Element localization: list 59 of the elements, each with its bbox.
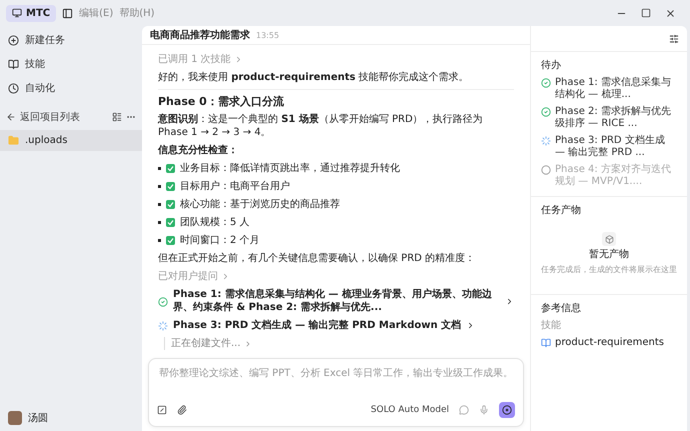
step-link[interactable]: Phase 3: PRD 文档生成 — 输出完整 PRD Markdown 文档 xyxy=(173,319,462,332)
box-icon xyxy=(602,232,616,246)
spinner-icon xyxy=(158,321,168,331)
folder-icon xyxy=(8,135,19,146)
send-button[interactable] xyxy=(499,402,515,418)
back-link[interactable]: 返回项目列表 xyxy=(20,110,80,124)
chevron-icon[interactable] xyxy=(505,296,514,306)
maximize-icon[interactable] xyxy=(641,8,651,18)
monitor-icon xyxy=(12,8,22,18)
message-text: 但在正式开始之前，有几个关键信息需要确认，以确保 PRD 的精准度： xyxy=(158,252,476,265)
command-icon[interactable] xyxy=(157,405,167,415)
model-selector[interactable]: SOLO Auto Model xyxy=(370,405,449,415)
back-arrow-icon[interactable] xyxy=(6,112,16,122)
nav-item[interactable]: 新建任务 xyxy=(25,33,65,47)
circle-icon xyxy=(541,165,551,175)
section-heading: Phase 0：需求入口分流 xyxy=(158,95,285,108)
step-link[interactable]: Phase 1: 需求信息采集与结构化 — 梳理业务背景、用户场景、功能边界、约束条件 & Phase 2: 需求拆解与优先... xyxy=(173,288,500,314)
nav-item[interactable]: 自动化 xyxy=(25,81,55,95)
spinner-icon xyxy=(541,136,551,146)
todo-item: Phase 3: PRD 文档生成 — 输出完整 PRD ... xyxy=(555,135,666,159)
reference-label: 技能 xyxy=(541,320,562,332)
view-icon[interactable] xyxy=(112,112,122,122)
chat-time: 13:55 xyxy=(256,30,280,40)
empty-title: 暂无产物 xyxy=(589,249,629,261)
folder-item[interactable]: .uploads xyxy=(0,130,142,151)
attach-icon[interactable] xyxy=(177,405,187,415)
check-circle-icon xyxy=(541,107,551,117)
list-item: 团队规模：5 人 xyxy=(180,216,250,229)
close-icon[interactable] xyxy=(665,8,676,18)
list-item: 目标用户：电商平台用户 xyxy=(180,180,290,193)
clock-icon[interactable] xyxy=(8,82,19,94)
todo-item: Phase 4: 方案对齐与迭代规划 — MVP/V1.... xyxy=(555,164,672,188)
sub-step-link[interactable]: 正在创建文件... xyxy=(171,337,241,350)
check-circle-icon xyxy=(541,78,551,88)
message-text: 意图识别：这是一个典型的 S1 场景（从零开始编写 PRD），执行路径为 Phase 1 → 2 → 3 → 4。 xyxy=(158,113,484,139)
book-icon xyxy=(541,338,551,348)
list-title: 信息充分性检查： xyxy=(158,144,239,157)
section-title: 任务产物 xyxy=(541,205,582,217)
list-item: 核心功能：基于浏览历史的商品推荐 xyxy=(180,198,340,211)
user-name: 汤圆 xyxy=(28,412,48,425)
section-title: 参考信息 xyxy=(541,303,582,315)
plus-circle-icon[interactable] xyxy=(8,34,19,46)
list-item: 时间窗口：2 个月 xyxy=(180,234,260,247)
section-title: 待办 xyxy=(541,60,562,72)
todo-item: Phase 1: 需求信息采集与结构化 — 梳理... xyxy=(555,77,672,101)
list-item: 业务目标：降低详情页跳出率，通过推荐提升转化 xyxy=(180,162,400,175)
settings-icon[interactable] xyxy=(669,34,679,44)
skill-link[interactable]: product-requirements xyxy=(555,337,664,349)
message-input[interactable]: 帮你整理论文综述、编写 PPT、分析 Excel 等日常工作，输出专业级工作成果。 SOLO Auto Model xyxy=(148,358,524,427)
avatar xyxy=(8,411,22,425)
check-circle-icon xyxy=(158,296,168,306)
chat-title: 电商商品推荐功能需求 xyxy=(150,28,250,42)
todo-item: Phase 2: 需求拆解与优先级排序 — RICE ... xyxy=(555,106,672,130)
message-text: 好的，我来使用 product-requirements 技能帮你完成这个需求。 xyxy=(158,71,470,84)
nav-item[interactable]: 技能 xyxy=(25,57,45,71)
book-icon[interactable] xyxy=(8,58,19,70)
sidebar-toggle-icon[interactable] xyxy=(62,8,74,18)
app-menu-button[interactable]: MTC xyxy=(6,4,56,22)
empty-description: 任务完成后，生成的文件将展示在这里 xyxy=(541,264,677,276)
